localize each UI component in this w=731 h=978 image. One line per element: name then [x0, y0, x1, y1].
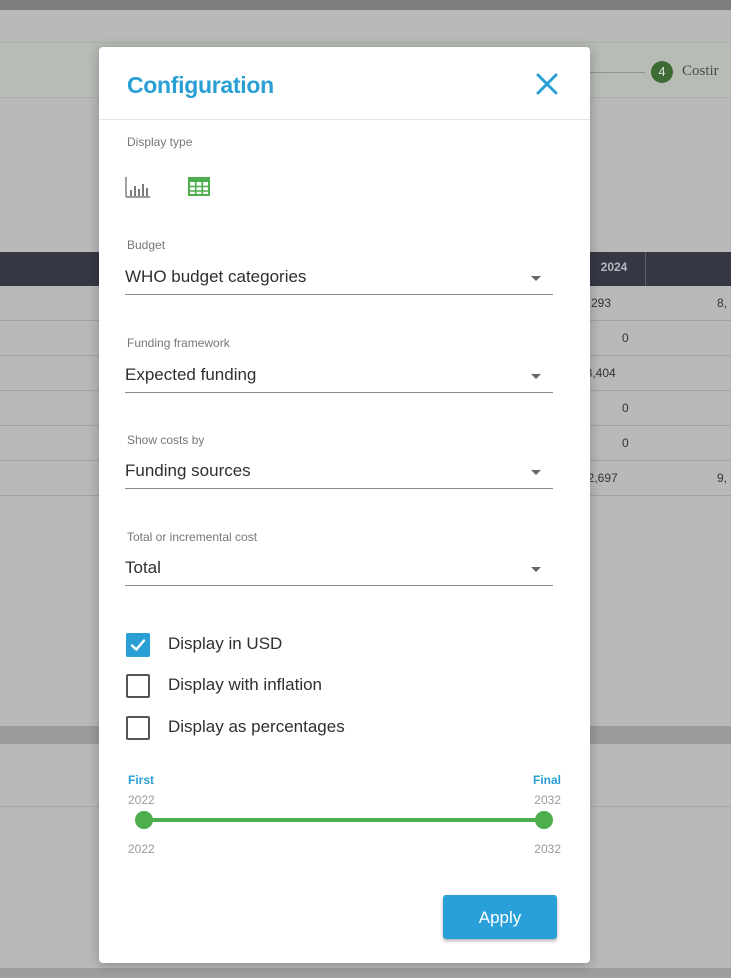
configuration-dialog: Configuration Display type Budget WHO bu… — [99, 47, 590, 963]
apply-button[interactable]: Apply — [443, 895, 557, 939]
table-cell: 0 — [622, 331, 629, 345]
display-in-usd-label: Display in USD — [168, 634, 283, 653]
dialog-title: Configuration — [127, 72, 274, 98]
table-cell: 9, — [717, 471, 728, 485]
bar-chart-display-button[interactable] — [125, 175, 151, 199]
year-range-slider-track[interactable] — [144, 818, 544, 822]
display-as-percentages-label: Display as percentages — [168, 717, 345, 736]
display-with-inflation-checkbox[interactable] — [126, 674, 150, 698]
chevron-down-icon — [531, 276, 541, 281]
top-bar — [0, 0, 731, 10]
table-icon — [188, 177, 210, 196]
close-icon — [536, 73, 558, 95]
table-column-year: 2024 — [600, 260, 628, 274]
range-max-label: 2032 — [534, 842, 561, 856]
total-or-incremental-select[interactable]: Total — [125, 555, 553, 586]
table-display-button[interactable] — [187, 176, 211, 198]
step-connector — [590, 72, 645, 73]
display-type-label: Display type — [127, 135, 193, 149]
first-year-value: 2022 — [128, 793, 155, 807]
total-or-incremental-label: Total or incremental cost — [127, 530, 258, 544]
budget-select[interactable]: WHO budget categories — [125, 264, 553, 295]
funding-framework-select[interactable]: Expected funding — [125, 362, 553, 393]
budget-select-value: WHO budget categories — [125, 267, 307, 286]
table-cell: 0 — [622, 436, 629, 450]
budget-label: Budget — [127, 238, 166, 252]
step-number-badge: 4 — [651, 61, 673, 83]
funding-framework-label: Funding framework — [127, 336, 230, 350]
table-cell: 8, — [717, 296, 728, 310]
bar-chart-icon — [125, 177, 150, 198]
checkmark-icon — [130, 639, 146, 651]
chevron-down-icon — [531, 470, 541, 475]
total-or-incremental-select-value: Total — [125, 558, 161, 577]
chevron-down-icon — [531, 374, 541, 379]
bottom-bar — [0, 968, 731, 978]
funding-framework-select-value: Expected funding — [125, 365, 257, 384]
display-with-inflation-label: Display with inflation — [168, 675, 323, 694]
final-year-heading: Final — [532, 773, 561, 787]
first-year-slider-handle[interactable] — [135, 811, 153, 829]
chevron-down-icon — [531, 567, 541, 572]
range-min-label: 2022 — [128, 842, 155, 856]
first-year-heading: First — [128, 773, 155, 787]
final-year-value: 2032 — [534, 793, 561, 807]
step-label: Costir — [682, 63, 719, 79]
table-cell: 0 — [622, 401, 629, 415]
display-as-percentages-checkbox[interactable] — [126, 716, 150, 740]
final-year-slider-handle[interactable] — [535, 811, 553, 829]
show-costs-by-select[interactable]: Funding sources — [125, 458, 553, 489]
close-button[interactable] — [532, 69, 562, 99]
table-header-divider — [645, 252, 646, 286]
show-costs-by-label: Show costs by — [127, 433, 205, 447]
header-divider — [99, 119, 590, 120]
show-costs-by-select-value: Funding sources — [125, 461, 251, 480]
display-in-usd-checkbox[interactable] — [126, 633, 150, 657]
